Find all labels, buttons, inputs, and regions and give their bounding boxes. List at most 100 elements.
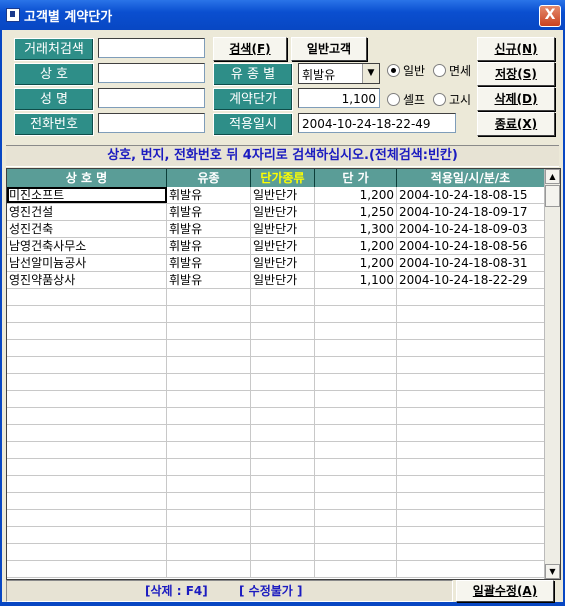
cell-trade-name[interactable]	[7, 527, 167, 543]
radio-premium-dot[interactable]	[433, 93, 446, 106]
cell-trade-name[interactable]	[7, 357, 167, 373]
radio-tax-free-dot[interactable]	[433, 64, 446, 77]
cell-apply-date[interactable]	[397, 306, 545, 322]
table-row[interactable]	[7, 340, 545, 357]
cell-apply-date[interactable]: 2004-10-24-18-08-31	[397, 255, 545, 271]
table-row[interactable]	[7, 561, 545, 578]
cell-fuel[interactable]	[167, 340, 251, 356]
cell-trade-name[interactable]	[7, 561, 167, 577]
table-row[interactable]	[7, 306, 545, 323]
table-row[interactable]	[7, 442, 545, 459]
cell-price[interactable]	[315, 425, 397, 441]
cell-price-type[interactable]	[251, 476, 315, 492]
cell-price-type[interactable]	[251, 391, 315, 407]
table-row[interactable]	[7, 374, 545, 391]
cell-trade-name[interactable]	[7, 544, 167, 560]
cell-price[interactable]	[315, 306, 397, 322]
cell-fuel[interactable]: 휘발유	[167, 255, 251, 271]
cell-price[interactable]	[315, 374, 397, 390]
table-row[interactable]	[7, 425, 545, 442]
cell-price[interactable]	[315, 527, 397, 543]
cell-trade-name[interactable]	[7, 306, 167, 322]
cell-trade-name[interactable]	[7, 340, 167, 356]
cell-price-type[interactable]	[251, 408, 315, 424]
exit-button[interactable]: 종료(X)	[477, 112, 555, 136]
table-row[interactable]	[7, 323, 545, 340]
cell-trade-name[interactable]: 영진약품상사	[7, 272, 167, 288]
cell-trade-name[interactable]	[7, 374, 167, 390]
cell-trade-name[interactable]	[7, 408, 167, 424]
cell-fuel[interactable]	[167, 527, 251, 543]
cell-apply-date[interactable]	[397, 374, 545, 390]
cell-price-type[interactable]	[251, 425, 315, 441]
cell-trade-name[interactable]	[7, 323, 167, 339]
customer-search-input[interactable]	[98, 38, 205, 58]
vertical-scrollbar[interactable]: ▲ ▼	[544, 169, 560, 579]
cell-price-type[interactable]	[251, 374, 315, 390]
cell-apply-date[interactable]	[397, 340, 545, 356]
table-row[interactable]: 남영건축사무소 휘발유 일반단가 1,200 2004-10-24-18-08-56	[7, 238, 545, 255]
cell-trade-name[interactable]	[7, 459, 167, 475]
table-row[interactable]: 영진건설 휘발유 일반단가 1,250 2004-10-24-18-09-17	[7, 204, 545, 221]
chevron-down-icon[interactable]: ▼	[362, 64, 379, 83]
cell-price-type[interactable]	[251, 510, 315, 526]
cell-fuel[interactable]	[167, 561, 251, 577]
cell-price[interactable]: 1,200	[315, 255, 397, 271]
cell-price-type[interactable]	[251, 527, 315, 543]
cell-price[interactable]: 1,100	[315, 272, 397, 288]
cell-trade-name[interactable]	[7, 391, 167, 407]
cell-fuel[interactable]: 휘발유	[167, 204, 251, 220]
table-row[interactable]	[7, 476, 545, 493]
delete-button[interactable]: 삭제(D)	[477, 87, 555, 111]
table-row[interactable]: 성진건축 휘발유 일반단가 1,300 2004-10-24-18-09-03	[7, 221, 545, 238]
cell-fuel[interactable]: 휘발유	[167, 187, 251, 203]
cell-fuel[interactable]	[167, 323, 251, 339]
radio-self-dot[interactable]	[387, 93, 400, 106]
table-row[interactable]	[7, 391, 545, 408]
new-button[interactable]: 신규(N)	[477, 37, 555, 61]
table-row[interactable]	[7, 408, 545, 425]
cell-apply-date[interactable]	[397, 289, 545, 305]
cell-price-type[interactable]	[251, 442, 315, 458]
cell-price[interactable]: 1,300	[315, 221, 397, 237]
cell-fuel[interactable]	[167, 408, 251, 424]
table-row[interactable]: 영진약품상사 휘발유 일반단가 1,100 2004-10-24-18-22-29	[7, 272, 545, 289]
cell-price[interactable]: 1,200	[315, 187, 397, 203]
cell-apply-date[interactable]: 2004-10-24-18-09-03	[397, 221, 545, 237]
cell-price-type[interactable]: 일반단가	[251, 238, 315, 254]
cell-fuel[interactable]	[167, 459, 251, 475]
cell-price-type[interactable]: 일반단가	[251, 204, 315, 220]
cell-apply-date[interactable]	[397, 459, 545, 475]
close-button[interactable]: X	[539, 5, 561, 27]
cell-price-type[interactable]: 일반단가	[251, 272, 315, 288]
cell-price[interactable]	[315, 493, 397, 509]
table-row[interactable]	[7, 510, 545, 527]
cell-price-type[interactable]	[251, 493, 315, 509]
cell-apply-date[interactable]	[397, 544, 545, 560]
cell-price[interactable]	[315, 442, 397, 458]
cell-price-type[interactable]	[251, 561, 315, 577]
cell-trade-name[interactable]: 영진건설	[7, 204, 167, 220]
table-row[interactable]	[7, 357, 545, 374]
table-row[interactable]: 미진소프트 휘발유 일반단가 1,200 2004-10-24-18-08-15	[7, 187, 545, 204]
cell-trade-name[interactable]: 남영건축사무소	[7, 238, 167, 254]
cell-apply-date[interactable]	[397, 527, 545, 543]
cell-apply-date[interactable]	[397, 323, 545, 339]
cell-price-type[interactable]: 일반단가	[251, 255, 315, 271]
radio-premium[interactable]: 고시	[433, 91, 471, 108]
name-input[interactable]	[98, 88, 205, 108]
header-fuel[interactable]: 유종	[167, 169, 251, 187]
cell-trade-name[interactable]	[7, 425, 167, 441]
cell-fuel[interactable]	[167, 357, 251, 373]
scroll-up-icon[interactable]: ▲	[545, 169, 560, 184]
cell-price[interactable]	[315, 459, 397, 475]
cell-fuel[interactable]	[167, 442, 251, 458]
table-row[interactable]	[7, 544, 545, 561]
cell-price[interactable]	[315, 391, 397, 407]
cell-apply-date[interactable]	[397, 493, 545, 509]
cell-fuel[interactable]	[167, 493, 251, 509]
cell-apply-date[interactable]: 2004-10-24-18-08-15	[397, 187, 545, 203]
cell-fuel[interactable]	[167, 391, 251, 407]
fuel-type-select[interactable]: 휘발유 ▼	[298, 63, 380, 84]
cell-price[interactable]	[315, 561, 397, 577]
